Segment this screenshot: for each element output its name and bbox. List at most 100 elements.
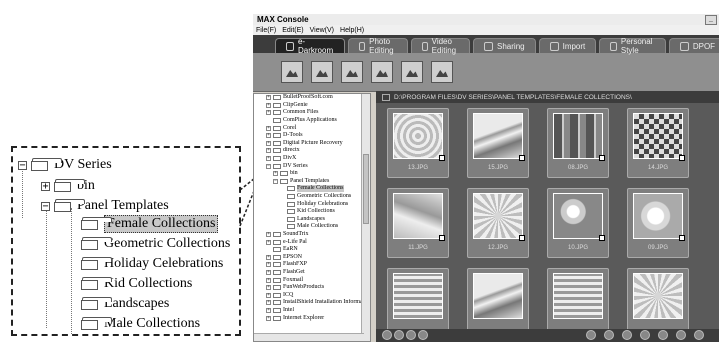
menu-view[interactable]: View(V)	[310, 27, 334, 34]
tree-item[interactable]: + directx	[254, 147, 370, 155]
info-icon[interactable]	[676, 330, 686, 340]
expand-toggle[interactable]: +	[266, 269, 271, 275]
expand-toggle[interactable]: +	[266, 307, 271, 313]
tree-item[interactable]: − DV Series	[254, 162, 370, 170]
tree-item[interactable]: Geometric Collections	[254, 193, 370, 201]
expand-toggle[interactable]: +	[266, 277, 271, 283]
expand-toggle[interactable]: +	[273, 171, 278, 177]
toolbar-button[interactable]	[401, 61, 423, 83]
tree-node-male-collections[interactable]: Male Collections	[81, 314, 200, 334]
tree-node-female-collections[interactable]: Female Collections	[81, 214, 219, 234]
tab-sharing[interactable]: Sharing	[473, 38, 536, 53]
select-checkbox[interactable]	[439, 155, 445, 161]
menu-help[interactable]: Help(H)	[340, 27, 364, 34]
tree-item[interactable]: Female Collections	[254, 185, 370, 193]
nav-button[interactable]	[406, 330, 416, 340]
thumbnail[interactable]: 12.JPG	[467, 188, 529, 258]
tree-item[interactable]: + FlashFXP	[254, 261, 370, 269]
tree-item[interactable]: + Common Files	[254, 109, 370, 117]
tree-item[interactable]: − Panel Templates	[254, 178, 370, 186]
expand-toggle[interactable]: +	[266, 254, 271, 260]
nav-button[interactable]	[418, 330, 428, 340]
thumbnail[interactable]: 09.JPG	[627, 188, 689, 258]
tree-item[interactable]: + ICQ	[254, 291, 370, 299]
expand-toggle[interactable]: +	[266, 110, 271, 116]
tree-item[interactable]: + SoundTrix	[254, 231, 370, 239]
expand-toggle[interactable]: +	[266, 148, 271, 154]
expand-toggle[interactable]: +	[266, 133, 271, 139]
select-checkbox[interactable]	[519, 155, 525, 161]
select-checkbox[interactable]	[679, 155, 685, 161]
tree-item[interactable]: + Foxmail	[254, 276, 370, 284]
tree-node-geometric-collections[interactable]: Geometric Collections	[81, 234, 230, 254]
tree-node-panel-templates[interactable]: − Panel Templates	[41, 196, 169, 216]
thumbnail[interactable]	[627, 268, 689, 338]
tree-item[interactable]: EaRN	[254, 246, 370, 254]
thumbnail[interactable]: 13.JPG	[387, 108, 449, 178]
collapse-toggle[interactable]: −	[41, 201, 50, 211]
tree-item[interactable]: Kid Collections	[254, 208, 370, 216]
tree-item[interactable]: + Corel	[254, 124, 370, 132]
nav-button[interactable]	[394, 330, 404, 340]
expand-toggle[interactable]: +	[266, 285, 271, 291]
tree-item[interactable]: + D-Tools	[254, 132, 370, 140]
zoom-icon[interactable]	[640, 330, 650, 340]
tree-item[interactable]: + EPSON	[254, 253, 370, 261]
expand-toggle[interactable]: +	[266, 231, 271, 237]
thumbnail[interactable]: 14.JPG	[627, 108, 689, 178]
expand-toggle[interactable]: +	[266, 102, 271, 108]
tree-item[interactable]: + e-Life Pal	[254, 238, 370, 246]
expand-toggle[interactable]: +	[266, 315, 271, 321]
help-icon[interactable]	[694, 330, 704, 340]
menu-edit[interactable]: Edit(E)	[282, 27, 303, 34]
tree-item[interactable]: Male Collections	[254, 223, 370, 231]
expand-toggle[interactable]: +	[266, 140, 271, 146]
scrollbar-thumb[interactable]	[363, 154, 369, 224]
tree-item[interactable]: Holiday Celebrations	[254, 200, 370, 208]
minimize-button[interactable]: _	[705, 15, 717, 25]
view-icon[interactable]	[658, 330, 668, 340]
tree-node-holiday-celebrations[interactable]: Holiday Celebrations	[81, 254, 223, 274]
tree-item[interactable]: ComPlus Applications	[254, 117, 370, 125]
tree-node-landscapes[interactable]: Landscapes	[81, 294, 169, 314]
expand-toggle[interactable]: +	[266, 292, 271, 298]
tree-horizontal-scrollbar[interactable]	[254, 333, 364, 341]
tree-item[interactable]: + FunWebProducts	[254, 284, 370, 292]
tree-item[interactable]: + BulletProofSoft.com	[254, 94, 370, 102]
nav-button[interactable]	[382, 330, 392, 340]
thumbnail[interactable]: 08.JPG	[547, 108, 609, 178]
tab-video-editing[interactable]: Video Editing	[410, 37, 471, 55]
tree-item[interactable]: + InstallShield Installation Informati	[254, 299, 370, 307]
expand-toggle[interactable]: +	[266, 300, 271, 306]
expand-toggle[interactable]: +	[266, 239, 271, 245]
select-checkbox[interactable]	[519, 235, 525, 241]
select-checkbox[interactable]	[679, 235, 685, 241]
tree-item[interactable]: + DivX	[254, 155, 370, 163]
expand-toggle[interactable]: +	[266, 125, 271, 131]
select-checkbox[interactable]	[599, 235, 605, 241]
tab-dpof[interactable]: DPOF	[668, 38, 719, 53]
thumbnail[interactable]	[547, 268, 609, 338]
expand-toggle[interactable]: +	[266, 262, 271, 268]
tree-node-kid-collections[interactable]: Kid Collections	[81, 274, 192, 294]
toolbar-button[interactable]	[311, 61, 333, 83]
thumbnail[interactable]	[467, 268, 529, 338]
tree-item[interactable]: + Internet Explorer	[254, 314, 370, 322]
select-checkbox[interactable]	[599, 155, 605, 161]
tab-personal-style[interactable]: Personal Style	[599, 37, 666, 55]
expand-toggle[interactable]: +	[41, 181, 50, 191]
toolbar-button[interactable]	[431, 61, 453, 83]
expand-toggle[interactable]: −	[273, 178, 278, 184]
expand-toggle[interactable]: +	[266, 95, 271, 101]
tree-item[interactable]: + FlashGet	[254, 269, 370, 277]
tree-node-bin[interactable]: + bin	[41, 176, 95, 196]
toolbar-button[interactable]	[371, 61, 393, 83]
select-checkbox[interactable]	[439, 235, 445, 241]
tree-item[interactable]: + Intel	[254, 307, 370, 315]
menu-file[interactable]: File(F)	[256, 27, 276, 34]
tree-item[interactable]: Landscapes	[254, 216, 370, 224]
tree-item[interactable]: + bin	[254, 170, 370, 178]
thumbnail[interactable]: 15.JPG	[467, 108, 529, 178]
collapse-toggle[interactable]: −	[18, 160, 27, 170]
rotate-icon[interactable]	[586, 330, 596, 340]
